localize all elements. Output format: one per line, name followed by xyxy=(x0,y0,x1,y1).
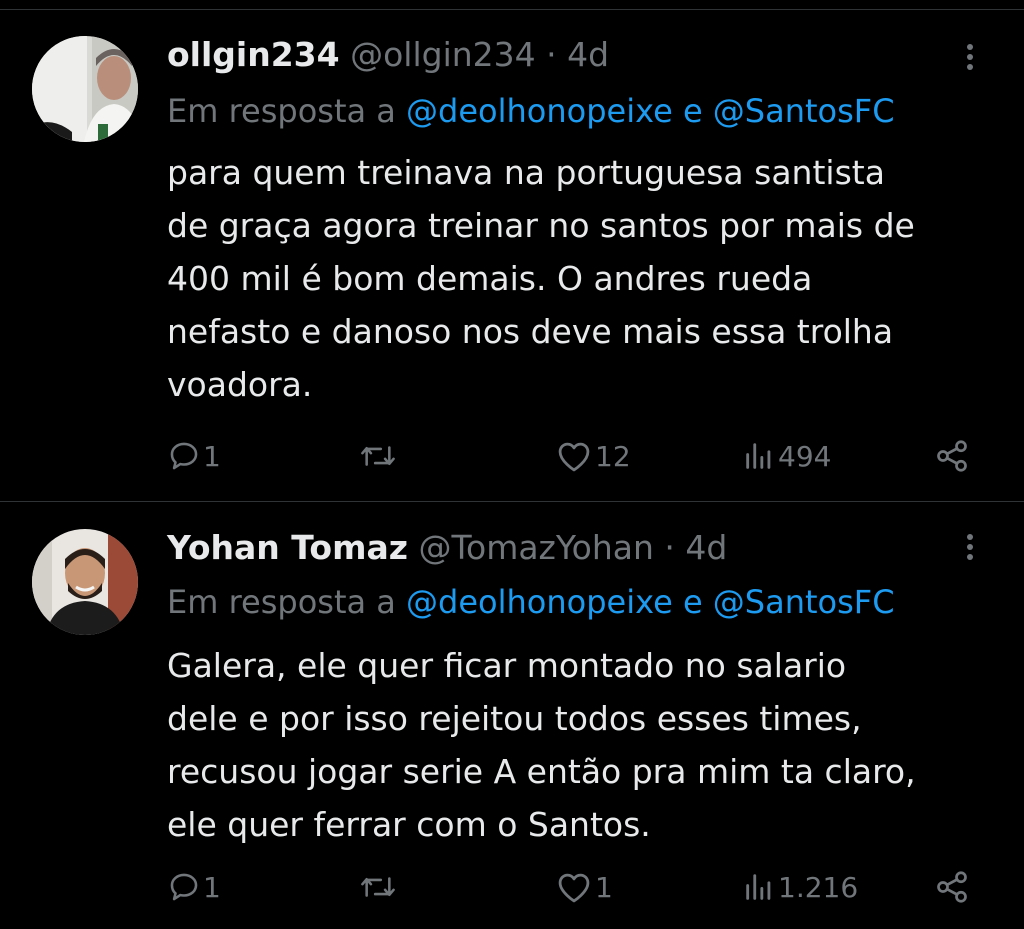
reply-join: e xyxy=(682,92,703,130)
mention-link[interactable]: @SantosFC xyxy=(713,92,895,130)
like-count: 1 xyxy=(595,870,613,904)
share-icon xyxy=(937,440,967,472)
avatar[interactable] xyxy=(32,529,138,635)
reply-context: Em resposta a @deolhonopeixe e @SantosFC xyxy=(167,578,895,626)
more-dots-icon[interactable] xyxy=(958,40,982,80)
retweet-icon xyxy=(361,446,395,466)
tweet-text-line: Galera, ele quer ficar montado no salari… xyxy=(167,646,847,685)
reply-prefix: Em resposta a xyxy=(167,92,396,130)
tweet-text-line: recusou jogar serie A então pra mim ta c… xyxy=(167,752,916,791)
speech-bubble-icon xyxy=(170,873,198,901)
timestamp[interactable]: 4d xyxy=(685,528,727,567)
tweet-header: Yohan Tomaz @TomazYohan · 4d xyxy=(167,522,727,574)
tweet[interactable]: ollgin234 @ollgin234 · 4d Em resposta a … xyxy=(0,10,1024,501)
separator: · xyxy=(664,528,675,567)
retweet-button[interactable] xyxy=(358,865,400,909)
tweet-text: para quem treinava na portuguesa santist… xyxy=(167,146,987,411)
like-count: 12 xyxy=(595,439,631,473)
views-button[interactable]: 494 xyxy=(742,434,831,478)
tweet[interactable]: Yohan Tomaz @TomazYohan · 4d Em resposta… xyxy=(0,502,1024,929)
username[interactable]: @ollgin234 xyxy=(350,35,536,74)
tweet-text-line: dele e por isso rejeitou todos esses tim… xyxy=(167,699,862,738)
share-icon xyxy=(937,871,967,903)
timestamp[interactable]: 4d xyxy=(567,35,609,74)
tweet-text-line: ele quer ferrar com o Santos. xyxy=(167,805,651,844)
reply-join: e xyxy=(682,583,703,621)
like-button[interactable]: 12 xyxy=(555,434,631,478)
tweet-text: Galera, ele quer ficar montado no salari… xyxy=(167,639,987,851)
mention-link[interactable]: @SantosFC xyxy=(713,583,895,621)
display-name[interactable]: Yohan Tomaz xyxy=(167,528,408,567)
views-button[interactable]: 1.216 xyxy=(742,865,858,909)
share-button[interactable] xyxy=(934,434,970,478)
mention-link[interactable]: @deolhonopeixe xyxy=(406,92,673,130)
heart-icon xyxy=(558,873,590,903)
retweet-button[interactable] xyxy=(358,434,400,478)
tweet-text-line: voadora. xyxy=(167,365,313,404)
display-name[interactable]: ollgin234 xyxy=(167,35,340,74)
retweet-icon xyxy=(361,877,395,897)
separator: · xyxy=(546,35,557,74)
view-count: 1.216 xyxy=(778,870,859,904)
reply-button[interactable]: 1 xyxy=(167,434,221,478)
bar-chart-icon xyxy=(746,443,771,469)
view-count: 494 xyxy=(778,439,832,473)
tweet-text-line: para quem treinava na portuguesa santist… xyxy=(167,153,885,192)
action-bar: 1 12 494 xyxy=(0,434,1024,478)
avatar[interactable] xyxy=(32,36,138,142)
tweet-text-line: de graça agora treinar no santos por mai… xyxy=(167,206,915,245)
mention-link[interactable]: @deolhonopeixe xyxy=(406,583,673,621)
like-button[interactable]: 1 xyxy=(555,865,613,909)
tweet-text-line: 400 mil é bom demais. O andres rueda xyxy=(167,259,813,298)
reply-context: Em resposta a @deolhonopeixe e @SantosFC xyxy=(167,87,895,135)
reply-button[interactable]: 1 xyxy=(167,865,221,909)
action-bar: 1 1 1.216 xyxy=(0,865,1024,909)
tweet-header: ollgin234 @ollgin234 · 4d xyxy=(167,29,609,81)
heart-icon xyxy=(558,442,590,472)
tweet-text-line: nefasto e danoso nos deve mais essa trol… xyxy=(167,312,894,351)
share-button[interactable] xyxy=(934,865,970,909)
bar-chart-icon xyxy=(746,874,771,900)
speech-bubble-icon xyxy=(170,442,198,470)
reply-count: 1 xyxy=(203,870,221,904)
more-dots-icon[interactable] xyxy=(958,530,982,570)
reply-prefix: Em resposta a xyxy=(167,583,396,621)
username[interactable]: @TomazYohan xyxy=(418,528,653,567)
reply-count: 1 xyxy=(203,439,221,473)
